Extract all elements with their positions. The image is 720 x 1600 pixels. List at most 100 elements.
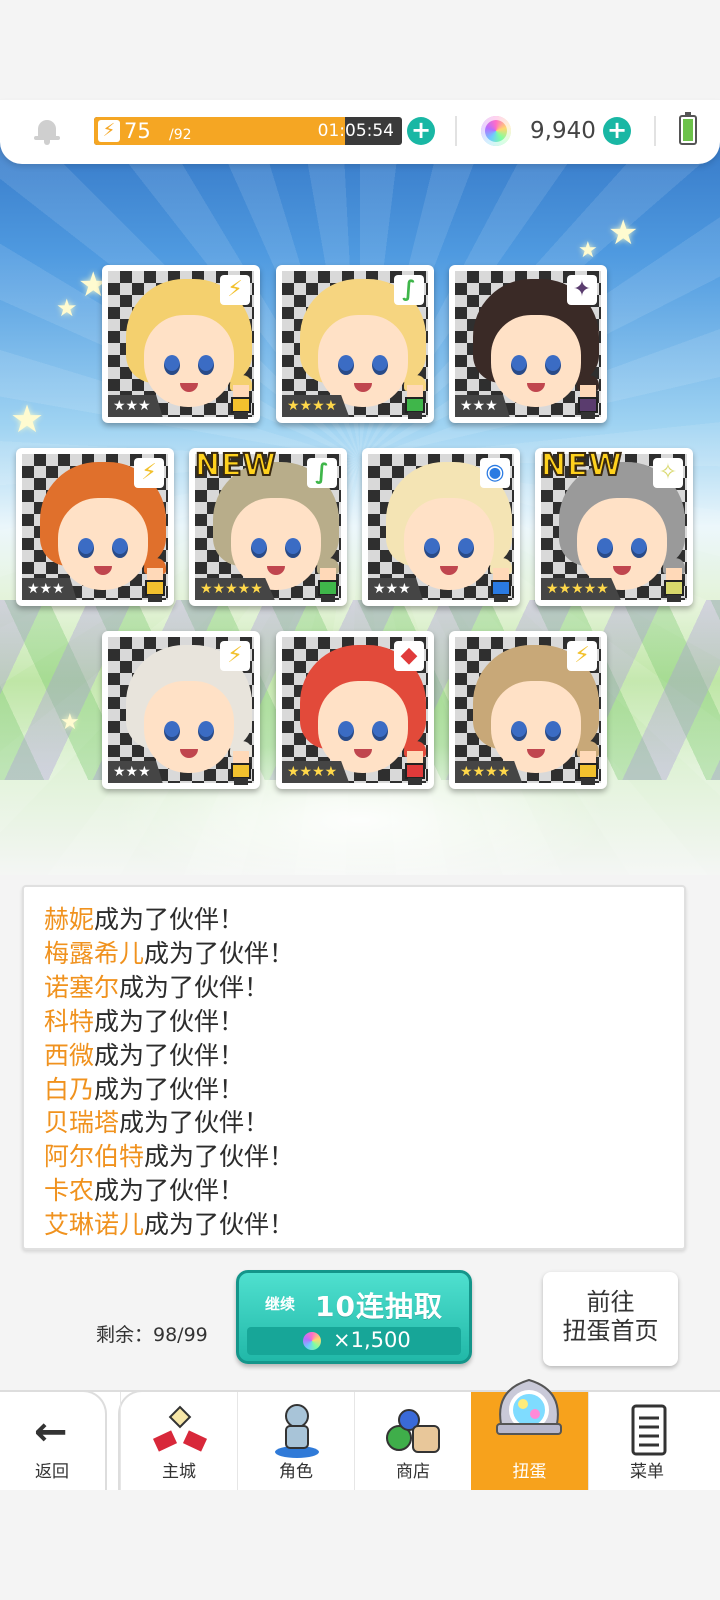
tab-label: 主城 xyxy=(162,1462,196,1482)
pull-cost-text: ×1,500 xyxy=(333,1328,411,1352)
character-name: 梅露希儿 xyxy=(44,938,145,968)
portrait-face xyxy=(318,315,408,407)
attribute-icon: ✦ xyxy=(567,275,597,305)
pull-cost: ×1,500 xyxy=(247,1327,461,1355)
sparkle-star-icon: ★ xyxy=(608,213,639,253)
rarity-stars: ★★★ xyxy=(455,395,510,417)
ten-pull-button[interactable]: 继续 10连抽取 ×1,500 xyxy=(236,1270,472,1364)
log-line: 西微成为了伙伴！ xyxy=(44,1039,684,1073)
log-line: 诺塞尔成为了伙伴！ xyxy=(44,971,684,1005)
back-button[interactable]: ← 返回 xyxy=(0,1390,107,1490)
rarity-stars: ★★★ xyxy=(108,395,163,417)
portrait-face xyxy=(144,315,234,407)
menu-icon xyxy=(619,1402,677,1458)
stamina-max: /92 xyxy=(169,127,192,143)
add-stamina-button[interactable]: + xyxy=(407,117,435,145)
log-suffix: 成为了伙伴！ xyxy=(94,1074,245,1104)
remaining-count: 剩余：98/99 xyxy=(96,1324,208,1346)
character-card[interactable]: ⚡ ★★★ xyxy=(102,631,260,789)
portrait-face xyxy=(404,498,494,590)
character-card[interactable]: ⚡ ★★★ xyxy=(102,265,260,423)
character-name: 赫妮 xyxy=(44,905,95,934)
portrait-face xyxy=(58,498,148,590)
log-suffix: 成为了伙伴！ xyxy=(144,1142,295,1172)
divider xyxy=(455,116,457,146)
divider xyxy=(654,116,656,146)
pixel-sprite-icon xyxy=(400,741,430,785)
pixel-sprite-icon xyxy=(313,558,343,602)
rarity-stars: ★★★ xyxy=(108,761,163,783)
pixel-sprite-icon xyxy=(573,375,603,419)
log-line: 白乃成为了伙伴！ xyxy=(44,1073,684,1107)
log-line: 贝瑞塔成为了伙伴！ xyxy=(44,1106,684,1140)
attribute-icon: ◆ xyxy=(394,641,424,671)
log-line: 艾琳诺儿成为了伙伴！ xyxy=(44,1208,684,1242)
new-badge: NEW xyxy=(194,447,277,484)
attribute-icon: ⚡ xyxy=(220,641,250,671)
portrait-face xyxy=(491,315,581,407)
character-card[interactable]: ⚡ ★★★ xyxy=(16,448,174,606)
shop-icon xyxy=(385,1402,443,1458)
sparkle-star-icon: ★ xyxy=(60,710,80,735)
rarity-stars: ★★★★ xyxy=(282,395,350,417)
pixel-sprite-icon xyxy=(400,375,430,419)
character-card[interactable]: ∫ ★★★★ xyxy=(276,265,434,423)
pull-continue-label: 继续 xyxy=(265,1295,296,1313)
rainbow-gem-icon xyxy=(303,1332,321,1350)
pixel-sprite-icon xyxy=(659,558,689,602)
character-name: 诺塞尔 xyxy=(44,972,120,1002)
rainbow-gem-icon xyxy=(481,116,511,146)
log-suffix: 成为了伙伴！ xyxy=(144,1210,295,1240)
character-card[interactable]: ◉ ★★★ xyxy=(362,448,520,606)
character-card[interactable]: ✧ ★★★★★ NEW xyxy=(535,447,693,606)
new-badge: NEW xyxy=(540,447,623,484)
log-suffix: 成为了伙伴！ xyxy=(94,905,245,934)
attribute-icon: ⚡ xyxy=(567,641,597,671)
add-gems-button[interactable]: + xyxy=(603,117,631,145)
pixel-sprite-icon xyxy=(226,741,256,785)
log-suffix: 成为了伙伴！ xyxy=(144,938,295,968)
portrait-face xyxy=(491,681,581,773)
tab-label: 菜单 xyxy=(630,1462,664,1482)
pull-main-label: 10连抽取 xyxy=(315,1290,443,1323)
tab-shop[interactable]: 商店 xyxy=(354,1392,471,1490)
gacha-home-button[interactable]: 前往 扭蛋首页 xyxy=(543,1272,678,1366)
pixel-sprite-icon xyxy=(486,558,516,602)
rarity-stars: ★★★ xyxy=(22,578,77,600)
tab-gacha[interactable]: 扭蛋 xyxy=(471,1378,588,1490)
stamina-timer: 01:05:54 xyxy=(317,121,394,141)
portrait-face xyxy=(144,681,234,773)
tab-character[interactable]: 角色 xyxy=(237,1392,354,1490)
nav-tabs: 主城 角色 商店 扭蛋 菜单 xyxy=(118,1378,720,1490)
character-name: 艾琳诺儿 xyxy=(44,1210,145,1240)
castle-icon xyxy=(151,1402,209,1458)
gem-count: 9,940 xyxy=(530,118,596,144)
tab-castle[interactable]: 主城 xyxy=(120,1392,237,1490)
log-line: 阿尔伯特成为了伙伴！ xyxy=(44,1140,684,1174)
sparkle-star-icon: ★ xyxy=(10,397,45,441)
portrait-face xyxy=(577,498,667,590)
stamina-bar: ⚡ 75 /92 01:05:54 xyxy=(94,117,402,145)
gacha-icon xyxy=(491,1370,567,1456)
bell-icon[interactable] xyxy=(34,117,60,145)
back-label: 返回 xyxy=(35,1462,69,1482)
attribute-icon: ✧ xyxy=(653,458,683,488)
character-card[interactable]: ∫ ★★★★★ NEW xyxy=(189,447,347,606)
log-suffix: 成为了伙伴！ xyxy=(94,1040,245,1070)
sparkle-star-icon: ★ xyxy=(578,238,598,263)
character-icon xyxy=(268,1402,326,1458)
log-suffix: 成为了伙伴！ xyxy=(94,1176,245,1206)
tab-menu[interactable]: 菜单 xyxy=(588,1392,705,1490)
attribute-icon: ◉ xyxy=(480,458,510,488)
character-card[interactable]: ◆ ★★★★ xyxy=(276,631,434,789)
top-spacer xyxy=(0,0,720,100)
pixel-sprite-icon xyxy=(226,375,256,419)
sparkle-star-icon: ★ xyxy=(56,294,78,322)
rarity-stars: ★★★★★ xyxy=(541,578,621,600)
portrait-face xyxy=(231,498,321,590)
character-card[interactable]: ⚡ ★★★★ xyxy=(449,631,607,789)
character-card[interactable]: ✦ ★★★ xyxy=(449,265,607,423)
tab-label: 扭蛋 xyxy=(512,1462,547,1482)
log-suffix: 成为了伙伴！ xyxy=(119,972,270,1002)
results-log[interactable]: 赫妮成为了伙伴！ 梅露希儿成为了伙伴！ 诺塞尔成为了伙伴！ 科特成为了伙伴！ 西微成为了… xyxy=(22,885,686,1250)
